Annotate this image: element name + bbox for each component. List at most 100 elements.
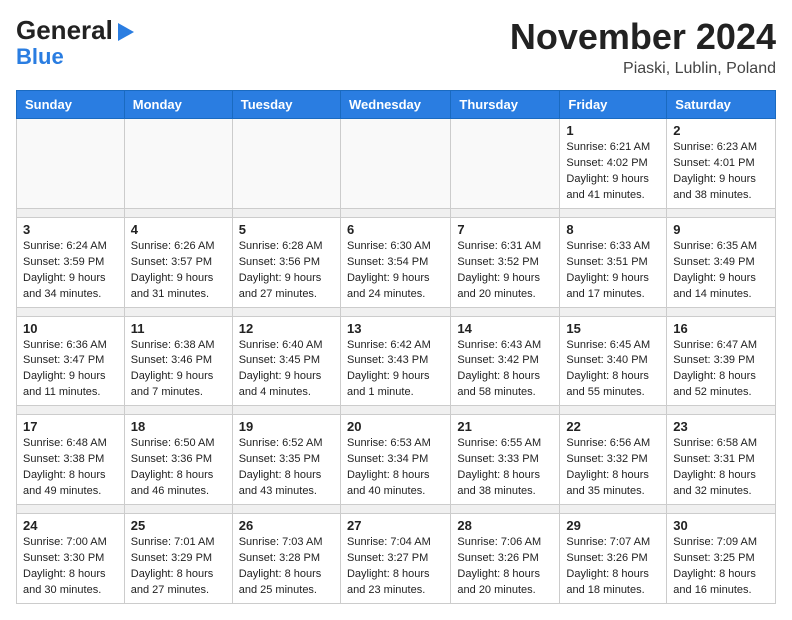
- day-info: Sunrise: 6:58 AMSunset: 3:31 PMDaylight:…: [673, 436, 769, 500]
- day-info: Sunrise: 6:38 AMSunset: 3:46 PMDaylight:…: [131, 338, 226, 402]
- day-number: 20: [347, 419, 444, 434]
- day-number: 7: [457, 222, 553, 237]
- day-number: 23: [673, 419, 769, 434]
- day-number: 27: [347, 518, 444, 533]
- day-number: 2: [673, 123, 769, 138]
- calendar-cell: 21Sunrise: 6:55 AMSunset: 3:33 PMDayligh…: [451, 415, 560, 505]
- day-number: 22: [566, 419, 660, 434]
- spacer-cell: [451, 406, 560, 415]
- calendar-week-2: 10 Sunrise: 6:36 AMSunset: 3:47 PMDayligh…: [17, 316, 776, 406]
- title-section: November 2024 Piaski, Lublin, Poland: [510, 16, 776, 78]
- day-info: Sunrise: 6:55 AMSunset: 3:33 PMDaylight:…: [457, 436, 553, 500]
- calendar-cell: 9Sunrise: 6:35 AMSunset: 3:49 PMDaylight…: [667, 217, 776, 307]
- day-number: 9: [673, 222, 769, 237]
- day-number: 12: [239, 321, 334, 336]
- day-info: Sunrise: 6:31 AMSunset: 3:52 PMDaylight:…: [457, 239, 553, 303]
- col-sunday: Sunday: [17, 91, 125, 119]
- calendar-cell: 11 Sunrise: 6:38 AMSunset: 3:46 PMDayligh…: [124, 316, 232, 406]
- calendar-week-0: 1Sunrise: 6:21 AMSunset: 4:02 PMDaylight…: [17, 119, 776, 209]
- day-info: Sunrise: 6:28 AMSunset: 3:56 PMDaylight:…: [239, 239, 334, 303]
- day-number: 5: [239, 222, 334, 237]
- col-friday: Friday: [560, 91, 667, 119]
- calendar-cell: 8Sunrise: 6:33 AMSunset: 3:51 PMDaylight…: [560, 217, 667, 307]
- day-info: Sunrise: 6:24 AMSunset: 3:59 PMDaylight:…: [23, 239, 118, 303]
- col-monday: Monday: [124, 91, 232, 119]
- day-info: Sunrise: 6:40 AMSunset: 3:45 PMDaylight:…: [239, 338, 334, 402]
- calendar-cell: 14Sunrise: 6:43 AMSunset: 3:42 PMDayligh…: [451, 316, 560, 406]
- calendar-header-row: Sunday Monday Tuesday Wednesday Thursday…: [17, 91, 776, 119]
- day-number: 15: [566, 321, 660, 336]
- spacer-cell: [340, 307, 450, 316]
- day-info: Sunrise: 6:52 AMSunset: 3:35 PMDaylight:…: [239, 436, 334, 500]
- day-number: 4: [131, 222, 226, 237]
- calendar-cell: 17 Sunrise: 6:48 AMSunset: 3:38 PMDayligh…: [17, 415, 125, 505]
- spacer-cell: [340, 505, 450, 514]
- day-info: Sunrise: 6:45 AMSunset: 3:40 PMDaylight:…: [566, 338, 660, 402]
- calendar-cell: 25 Sunrise: 7:01 AMSunset: 3:29 PMDayligh…: [124, 514, 232, 604]
- page: General Blue November 2024 Piaski, Lubli…: [0, 0, 792, 620]
- logo-general: General: [16, 16, 113, 46]
- spacer-cell: [667, 208, 776, 217]
- spacer-cell: [451, 307, 560, 316]
- day-info: Sunrise: 6:56 AMSunset: 3:32 PMDaylight:…: [566, 436, 660, 500]
- logo-blue: Blue: [16, 44, 134, 69]
- day-info: Sunrise: 7:00 AMSunset: 3:30 PMDaylight:…: [23, 535, 118, 599]
- day-number: 26: [239, 518, 334, 533]
- col-tuesday: Tuesday: [232, 91, 340, 119]
- calendar-cell: 22 Sunrise: 6:56 AMSunset: 3:32 PMDayligh…: [560, 415, 667, 505]
- day-number: 6: [347, 222, 444, 237]
- spacer-cell: [17, 505, 125, 514]
- day-info: Sunrise: 6:50 AMSunset: 3:36 PMDaylight:…: [131, 436, 226, 500]
- spacer-cell: [232, 505, 340, 514]
- logo-arrow-icon: [118, 23, 134, 41]
- calendar-cell: 13Sunrise: 6:42 AMSunset: 3:43 PMDayligh…: [340, 316, 450, 406]
- spacer-cell: [667, 505, 776, 514]
- calendar-cell: 30Sunrise: 7:09 AMSunset: 3:25 PMDayligh…: [667, 514, 776, 604]
- day-info: Sunrise: 6:47 AMSunset: 3:39 PMDaylight:…: [673, 338, 769, 402]
- day-number: 14: [457, 321, 553, 336]
- day-info: Sunrise: 6:48 AMSunset: 3:38 PMDaylight:…: [23, 436, 118, 500]
- calendar-table: Sunday Monday Tuesday Wednesday Thursday…: [16, 90, 776, 604]
- day-number: 19: [239, 419, 334, 434]
- spacer-cell: [17, 406, 125, 415]
- header: General Blue November 2024 Piaski, Lubli…: [16, 16, 776, 78]
- day-number: 17: [23, 419, 118, 434]
- calendar-body: 1Sunrise: 6:21 AMSunset: 4:02 PMDaylight…: [17, 119, 776, 604]
- calendar-cell: 26 Sunrise: 7:03 AMSunset: 3:28 PMDayligh…: [232, 514, 340, 604]
- spacer-cell: [124, 406, 232, 415]
- spacer-row: [17, 208, 776, 217]
- day-info: Sunrise: 6:36 AMSunset: 3:47 PMDaylight:…: [23, 338, 118, 402]
- calendar-cell: 5 Sunrise: 6:28 AMSunset: 3:56 PMDaylight…: [232, 217, 340, 307]
- day-info: Sunrise: 6:23 AMSunset: 4:01 PMDaylight:…: [673, 140, 769, 204]
- spacer-cell: [124, 307, 232, 316]
- spacer-row: [17, 406, 776, 415]
- spacer-cell: [232, 406, 340, 415]
- day-info: Sunrise: 7:09 AMSunset: 3:25 PMDaylight:…: [673, 535, 769, 599]
- calendar-cell: 20Sunrise: 6:53 AMSunset: 3:34 PMDayligh…: [340, 415, 450, 505]
- day-info: Sunrise: 6:26 AMSunset: 3:57 PMDaylight:…: [131, 239, 226, 303]
- spacer-cell: [124, 208, 232, 217]
- day-number: 11: [131, 321, 226, 336]
- month-title: November 2024: [510, 16, 776, 58]
- spacer-cell: [667, 406, 776, 415]
- calendar-cell: 7 Sunrise: 6:31 AMSunset: 3:52 PMDaylight…: [451, 217, 560, 307]
- day-number: 16: [673, 321, 769, 336]
- calendar-cell: 3Sunrise: 6:24 AMSunset: 3:59 PMDaylight…: [17, 217, 125, 307]
- day-number: 10: [23, 321, 118, 336]
- spacer-cell: [560, 307, 667, 316]
- spacer-cell: [340, 208, 450, 217]
- day-info: Sunrise: 7:01 AMSunset: 3:29 PMDaylight:…: [131, 535, 226, 599]
- col-wednesday: Wednesday: [340, 91, 450, 119]
- spacer-cell: [560, 208, 667, 217]
- spacer-cell: [232, 208, 340, 217]
- spacer-cell: [667, 307, 776, 316]
- day-info: Sunrise: 7:03 AMSunset: 3:28 PMDaylight:…: [239, 535, 334, 599]
- location: Piaski, Lublin, Poland: [510, 60, 776, 78]
- spacer-cell: [451, 505, 560, 514]
- calendar-cell: 12 Sunrise: 6:40 AMSunset: 3:45 PMDayligh…: [232, 316, 340, 406]
- spacer-cell: [17, 307, 125, 316]
- day-number: 1: [566, 123, 660, 138]
- spacer-cell: [560, 505, 667, 514]
- spacer-cell: [124, 505, 232, 514]
- day-number: 25: [131, 518, 226, 533]
